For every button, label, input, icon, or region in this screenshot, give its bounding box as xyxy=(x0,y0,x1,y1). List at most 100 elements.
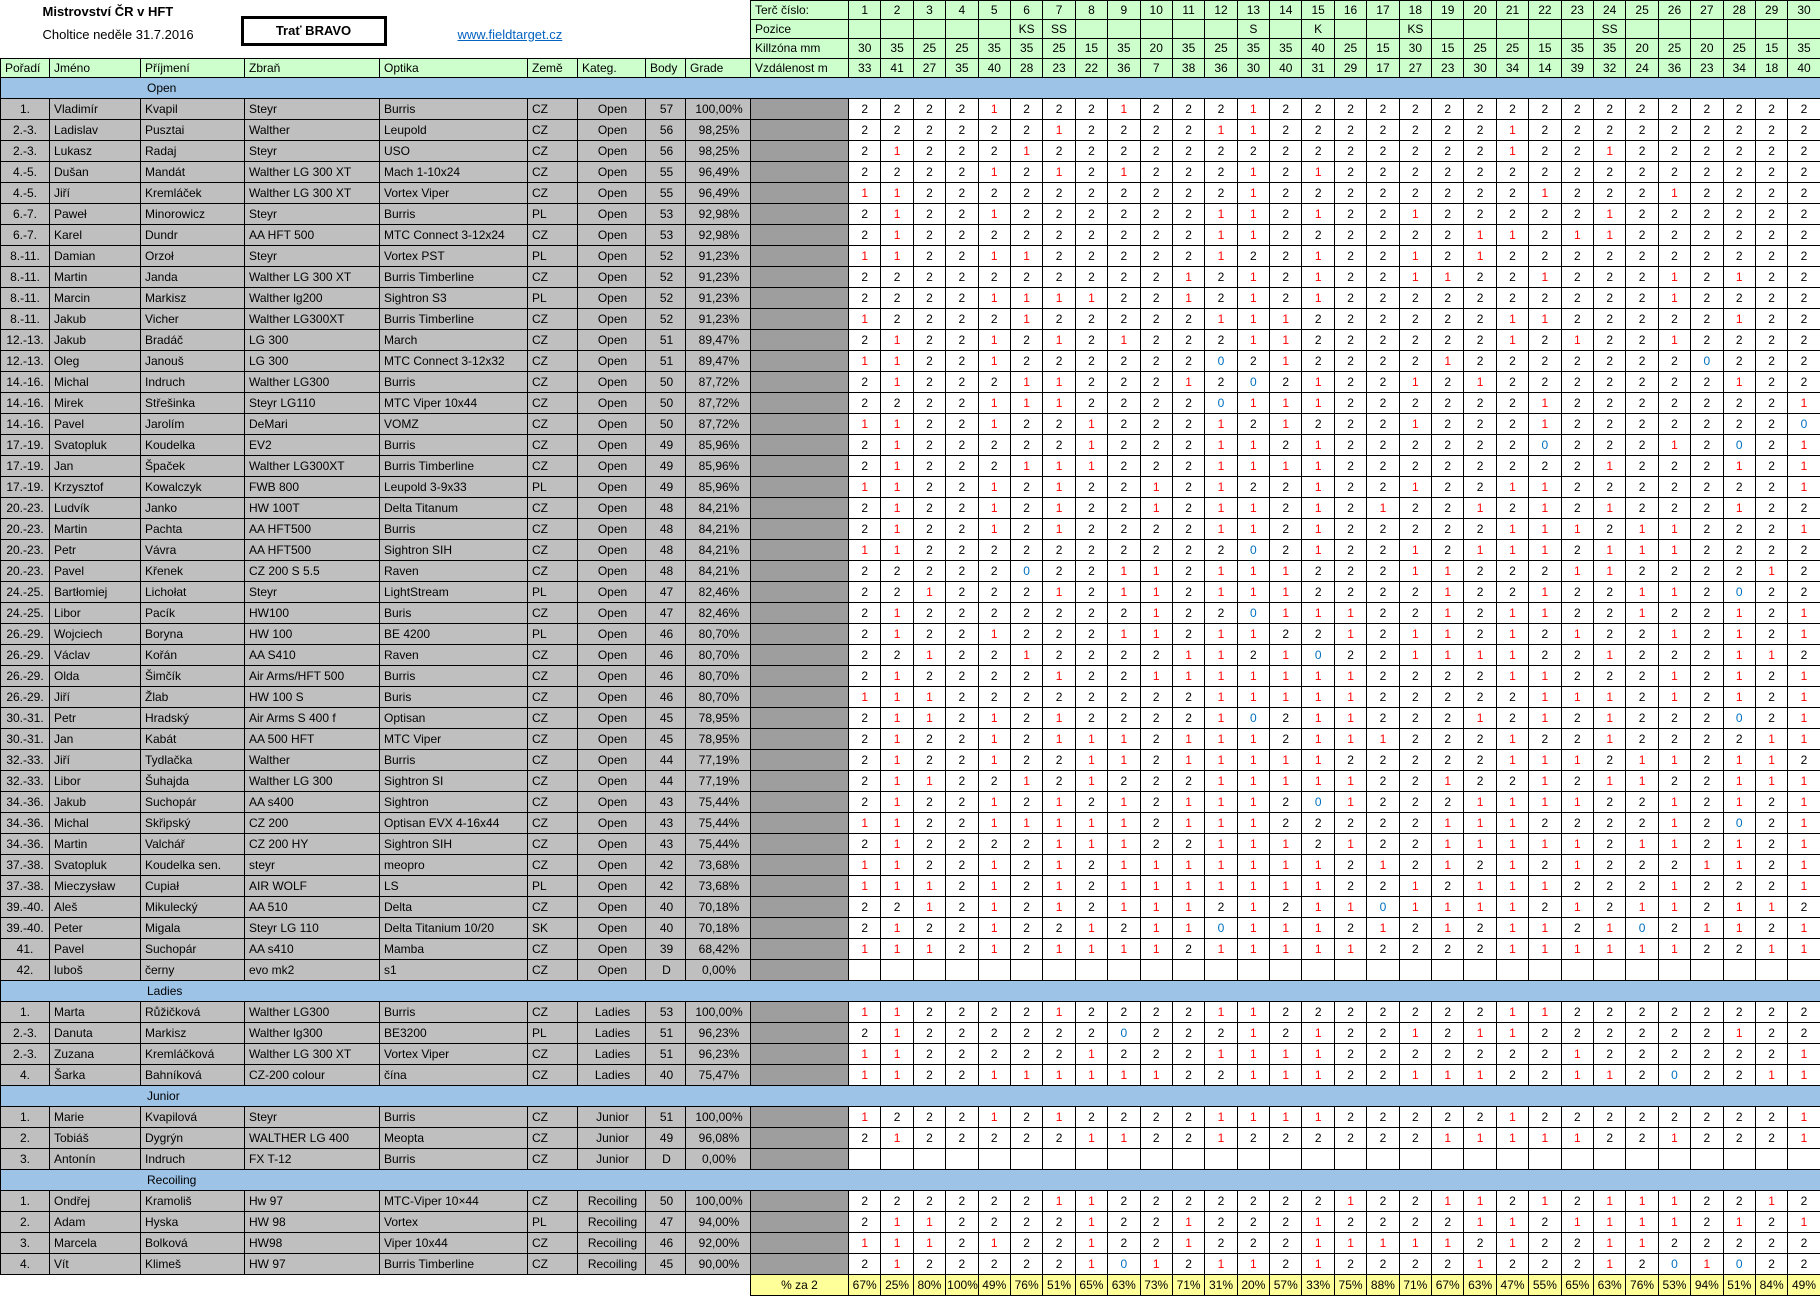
score-cell[interactable]: 1 xyxy=(1205,1106,1237,1127)
score-cell[interactable]: 2 xyxy=(1723,350,1755,371)
score-cell[interactable]: 1 xyxy=(1205,623,1237,644)
score-cell[interactable]: 1 xyxy=(1010,644,1042,665)
score-cell[interactable]: 2 xyxy=(946,812,978,833)
category-cell[interactable]: Open xyxy=(578,413,646,434)
score-cell[interactable] xyxy=(1593,959,1625,980)
score-cell[interactable]: 2 xyxy=(1691,581,1723,602)
score-cell[interactable]: 2 xyxy=(1723,1043,1755,1064)
grade-cell[interactable]: 75,44% xyxy=(686,833,751,854)
score-cell[interactable]: 2 xyxy=(1723,875,1755,896)
points-cell[interactable]: 53 xyxy=(646,224,686,245)
score-cell[interactable]: 2 xyxy=(1140,98,1172,119)
score-cell[interactable]: 2 xyxy=(1010,266,1042,287)
column-header-category[interactable]: Kateg. xyxy=(578,58,646,77)
score-cell[interactable]: 2 xyxy=(1334,917,1366,938)
score-cell[interactable]: 1 xyxy=(1205,518,1237,539)
score-cell[interactable]: 2 xyxy=(1010,1001,1042,1022)
score-cell[interactable]: 1 xyxy=(1302,1211,1334,1232)
position-cell[interactable] xyxy=(1658,20,1690,39)
score-cell[interactable]: 2 xyxy=(946,518,978,539)
points-cell[interactable]: 48 xyxy=(646,560,686,581)
score-cell[interactable]: 1 xyxy=(881,707,913,728)
score-cell[interactable]: 2 xyxy=(849,917,881,938)
score-cell[interactable]: 1 xyxy=(1496,1232,1528,1253)
score-cell[interactable]: 1 xyxy=(1237,1106,1269,1127)
score-cell[interactable]: 2 xyxy=(1788,749,1820,770)
score-cell[interactable]: 2 xyxy=(1140,308,1172,329)
score-cell[interactable]: 2 xyxy=(1302,1190,1334,1211)
scope-cell[interactable]: Leupold 3-9x33 xyxy=(380,476,528,497)
score-cell[interactable]: 1 xyxy=(1432,1190,1464,1211)
score-cell[interactable]: 1 xyxy=(1010,770,1042,791)
footer-percent-cell[interactable]: 53% xyxy=(1658,1274,1690,1295)
score-cell[interactable]: 1 xyxy=(1270,938,1302,959)
score-cell[interactable]: 1 xyxy=(1237,560,1269,581)
score-cell[interactable]: 1 xyxy=(1399,245,1431,266)
score-cell[interactable]: 1 xyxy=(1237,812,1269,833)
score-cell[interactable]: 2 xyxy=(1691,1190,1723,1211)
score-cell[interactable]: 2 xyxy=(978,1127,1010,1148)
score-cell[interactable]: 2 xyxy=(1172,1001,1204,1022)
score-cell[interactable]: 2 xyxy=(1172,161,1204,182)
score-cell[interactable] xyxy=(1302,1148,1334,1169)
score-cell[interactable]: 2 xyxy=(1496,455,1528,476)
grade-cell[interactable]: 80,70% xyxy=(686,686,751,707)
score-cell[interactable]: 2 xyxy=(1010,224,1042,245)
rifle-cell[interactable]: AA HFT500 xyxy=(245,518,380,539)
score-cell[interactable]: 2 xyxy=(1658,1022,1690,1043)
score-cell[interactable]: 1 xyxy=(1658,434,1690,455)
score-cell[interactable]: 1 xyxy=(1205,245,1237,266)
points-cell[interactable]: 47 xyxy=(646,602,686,623)
score-cell[interactable]: 2 xyxy=(1691,308,1723,329)
score-cell[interactable]: 1 xyxy=(1205,455,1237,476)
score-cell[interactable]: 2 xyxy=(1432,98,1464,119)
grade-cell[interactable]: 0,00% xyxy=(686,1148,751,1169)
rifle-cell[interactable]: CZ 200 HY xyxy=(245,833,380,854)
score-cell[interactable] xyxy=(1367,1148,1399,1169)
score-cell[interactable]: 1 xyxy=(1302,455,1334,476)
points-cell[interactable]: 48 xyxy=(646,539,686,560)
score-cell[interactable]: 2 xyxy=(1108,413,1140,434)
footer-percent-cell[interactable]: 65% xyxy=(1561,1274,1593,1295)
score-cell[interactable]: 2 xyxy=(1367,455,1399,476)
scope-cell[interactable]: Burris Timberline xyxy=(380,1253,528,1274)
score-cell[interactable]: 1 xyxy=(1464,791,1496,812)
score-cell[interactable]: 1 xyxy=(1108,581,1140,602)
score-cell[interactable]: 2 xyxy=(1043,770,1075,791)
score-cell[interactable]: 2 xyxy=(1626,644,1658,665)
last-name-cell[interactable]: Šuhajda xyxy=(141,770,245,791)
score-cell[interactable]: 2 xyxy=(1561,434,1593,455)
score-cell[interactable]: 1 xyxy=(913,1232,945,1253)
score-cell[interactable]: 2 xyxy=(1432,287,1464,308)
score-cell[interactable]: 2 xyxy=(849,707,881,728)
score-cell[interactable]: 2 xyxy=(849,287,881,308)
first-name-cell[interactable]: Vít xyxy=(50,1253,141,1274)
score-cell[interactable]: 2 xyxy=(1691,476,1723,497)
score-cell[interactable]: 1 xyxy=(1302,896,1334,917)
points-cell[interactable]: 43 xyxy=(646,812,686,833)
score-cell[interactable]: 2 xyxy=(1691,266,1723,287)
score-cell[interactable]: 1 xyxy=(1334,602,1366,623)
country-cell[interactable]: SK xyxy=(528,917,578,938)
score-cell[interactable]: 2 xyxy=(1075,371,1107,392)
score-cell[interactable] xyxy=(1302,959,1334,980)
score-cell[interactable]: 2 xyxy=(881,119,913,140)
score-cell[interactable]: 2 xyxy=(1658,497,1690,518)
score-cell[interactable]: 2 xyxy=(1108,140,1140,161)
category-cell[interactable]: Open xyxy=(578,329,646,350)
score-cell[interactable]: 2 xyxy=(1464,455,1496,476)
score-cell[interactable]: 2 xyxy=(1367,434,1399,455)
score-cell[interactable]: 1 xyxy=(881,686,913,707)
score-cell[interactable]: 2 xyxy=(1561,1253,1593,1274)
score-cell[interactable]: 2 xyxy=(1593,581,1625,602)
score-cell[interactable]: 1 xyxy=(1496,1022,1528,1043)
score-cell[interactable]: 2 xyxy=(946,602,978,623)
score-cell[interactable]: 2 xyxy=(1464,1232,1496,1253)
score-cell[interactable]: 2 xyxy=(946,1064,978,1085)
score-cell[interactable]: 2 xyxy=(1010,875,1042,896)
score-cell[interactable]: 1 xyxy=(1205,1127,1237,1148)
first-name-cell[interactable]: Pavel xyxy=(50,938,141,959)
category-cell[interactable]: Open xyxy=(578,287,646,308)
grade-cell[interactable]: 68,42% xyxy=(686,938,751,959)
footer-percent-cell[interactable]: 47% xyxy=(1496,1274,1528,1295)
